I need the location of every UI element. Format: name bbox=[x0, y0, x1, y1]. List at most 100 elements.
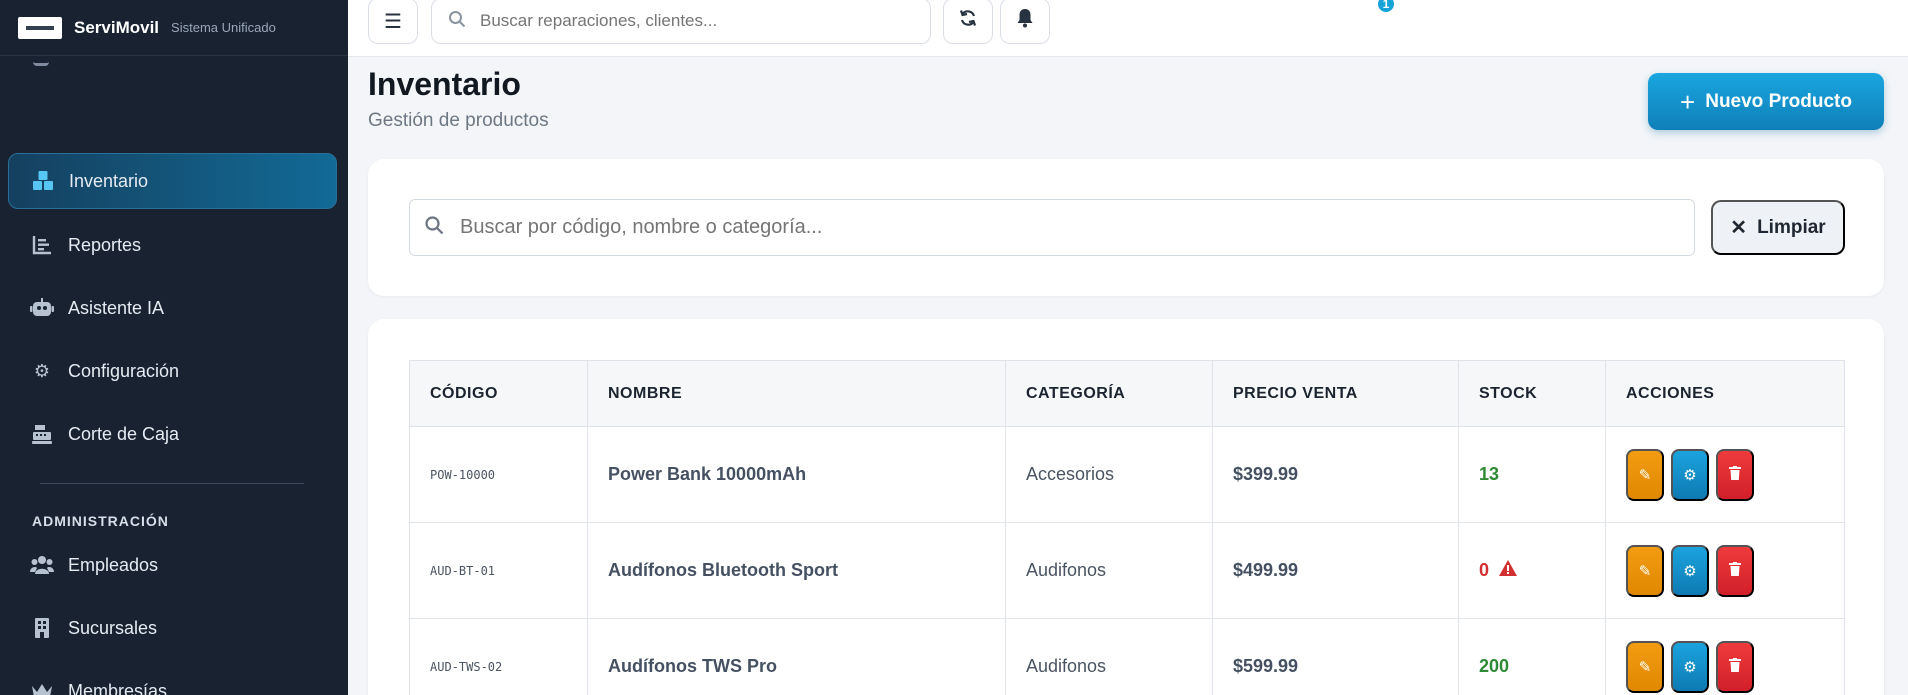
scrolled-nav-item-icon bbox=[33, 58, 49, 66]
cell-category: Accesorios bbox=[1005, 426, 1213, 523]
sidebar-item-empleados[interactable]: Empleados bbox=[8, 537, 337, 593]
sidebar-item-label: Asistente IA bbox=[68, 297, 165, 318]
sidebar-item-inventario[interactable]: Inventario bbox=[8, 153, 337, 209]
refresh-icon bbox=[959, 9, 977, 33]
refresh-button[interactable] bbox=[943, 0, 993, 44]
sidebar-item-label: Empleados bbox=[68, 554, 159, 575]
edit-icon: ✎ bbox=[1638, 658, 1652, 676]
new-product-button[interactable]: + Nuevo Producto bbox=[1648, 73, 1884, 130]
column-header-code[interactable]: CÓDIGO bbox=[409, 360, 588, 427]
brand-logo bbox=[18, 16, 62, 39]
sidebar: ServiMovil Sistema Unificado Inventario … bbox=[0, 0, 348, 695]
new-product-label: Nuevo Producto bbox=[1705, 90, 1852, 112]
page-subtitle: Gestión de productos bbox=[368, 110, 549, 131]
building-icon bbox=[30, 616, 54, 640]
cell-name: Audífonos Bluetooth Sport bbox=[587, 522, 1006, 619]
global-search-input[interactable] bbox=[480, 11, 880, 31]
stock-value: 13 bbox=[1479, 464, 1500, 484]
settings-button[interactable]: ⚙ bbox=[1671, 640, 1709, 693]
column-header-stock[interactable]: STOCK bbox=[1458, 360, 1606, 427]
delete-button[interactable] bbox=[1716, 448, 1754, 501]
column-header-name[interactable]: NOMBRE bbox=[587, 360, 1006, 427]
filter-card: ✕ Limpiar bbox=[368, 159, 1884, 296]
sidebar-item-label: Reportes bbox=[68, 234, 142, 255]
table-row: AUD-TWS-02 Audífonos TWS Pro Audifonos $… bbox=[409, 618, 1845, 695]
global-search[interactable] bbox=[431, 0, 931, 44]
clear-filter-label: Limpiar bbox=[1757, 216, 1826, 238]
cell-price: $599.99 bbox=[1212, 618, 1459, 695]
search-icon bbox=[448, 10, 466, 33]
sidebar-item-label: Membresías bbox=[68, 680, 168, 695]
sidebar-item-reportes[interactable]: Reportes bbox=[8, 217, 337, 273]
cell-actions: ✎ ⚙ bbox=[1605, 522, 1845, 619]
edit-button[interactable]: ✎ bbox=[1626, 448, 1664, 501]
gear-icon: ⚙ bbox=[1683, 562, 1697, 580]
sidebar-item-membresias[interactable]: Membresías bbox=[8, 663, 337, 695]
clear-filter-button[interactable]: ✕ Limpiar bbox=[1711, 200, 1845, 255]
stock-value: 0 bbox=[1479, 560, 1490, 580]
table-row: POW-10000 Power Bank 10000mAh Accesorios… bbox=[409, 426, 1845, 523]
brand-name: ServiMovil bbox=[74, 17, 160, 37]
column-header-actions: ACCIONES bbox=[1605, 360, 1845, 427]
gear-icon: ⚙ bbox=[1683, 658, 1697, 676]
gear-icon: ⚙ bbox=[33, 360, 51, 381]
sidebar-item-configuracion[interactable]: ⚙ Configuración bbox=[8, 343, 337, 399]
page-title: Inventario bbox=[368, 66, 521, 102]
inventory-table-card: CÓDIGO NOMBRE CATEGORÍA PRECIO VENTA STO… bbox=[368, 319, 1884, 695]
notification-badge: 1 bbox=[1376, 0, 1396, 14]
bell-icon bbox=[1016, 8, 1034, 34]
column-header-category[interactable]: CATEGORÍA bbox=[1005, 360, 1213, 427]
cell-category: Audifonos bbox=[1005, 522, 1213, 619]
brand-subtitle: Sistema Unificado bbox=[171, 20, 276, 35]
cell-code: POW-10000 bbox=[409, 426, 588, 523]
warning-icon bbox=[1499, 560, 1518, 581]
sidebar-item-label: Sucursales bbox=[68, 617, 158, 638]
sidebar-divider bbox=[40, 483, 304, 484]
settings-button[interactable]: ⚙ bbox=[1671, 448, 1709, 501]
brand[interactable]: ServiMovil Sistema Unificado bbox=[0, 0, 348, 56]
hamburger-icon: ☰ bbox=[384, 10, 402, 33]
cell-code: AUD-BT-01 bbox=[409, 522, 588, 619]
search-icon bbox=[424, 215, 444, 240]
edit-icon: ✎ bbox=[1638, 466, 1652, 484]
topbar: ☰ 1 bbox=[348, 0, 1908, 57]
cell-price: $399.99 bbox=[1212, 426, 1459, 523]
trash-icon bbox=[1729, 657, 1741, 676]
sidebar-section-title: ADMINISTRACIÓN bbox=[32, 513, 169, 529]
menu-toggle-button[interactable]: ☰ bbox=[368, 0, 418, 44]
sidebar-item-corte-de-caja[interactable]: Corte de Caja bbox=[8, 406, 337, 462]
plus-icon: + bbox=[1680, 86, 1696, 117]
product-search[interactable] bbox=[409, 199, 1695, 256]
sidebar-item-label: Corte de Caja bbox=[68, 423, 180, 444]
trash-icon bbox=[1729, 465, 1741, 484]
sidebar-item-sucursales[interactable]: Sucursales bbox=[8, 600, 337, 656]
sidebar-item-label: Configuración bbox=[68, 360, 180, 381]
column-header-price[interactable]: PRECIO VENTA bbox=[1212, 360, 1459, 427]
edit-button[interactable]: ✎ bbox=[1626, 640, 1664, 693]
cell-stock: 13 bbox=[1458, 426, 1606, 523]
cell-name: Audífonos TWS Pro bbox=[587, 618, 1006, 695]
trash-icon bbox=[1729, 561, 1741, 580]
cell-stock: 200 bbox=[1458, 618, 1606, 695]
cell-price: $499.99 bbox=[1212, 522, 1459, 619]
edit-icon: ✎ bbox=[1638, 562, 1652, 580]
robot-icon bbox=[30, 296, 54, 320]
users-icon bbox=[30, 553, 54, 577]
gear-icon: ⚙ bbox=[1683, 466, 1697, 484]
edit-button[interactable]: ✎ bbox=[1626, 544, 1664, 597]
crown-icon bbox=[30, 679, 54, 695]
stock-value: 200 bbox=[1479, 656, 1510, 676]
inventory-table: CÓDIGO NOMBRE CATEGORÍA PRECIO VENTA STO… bbox=[409, 360, 1845, 695]
cash-register-icon bbox=[30, 422, 54, 446]
product-search-input[interactable] bbox=[460, 216, 1660, 239]
delete-button[interactable] bbox=[1716, 640, 1754, 693]
notifications-button[interactable] bbox=[1000, 0, 1050, 44]
delete-button[interactable] bbox=[1716, 544, 1754, 597]
table-row: AUD-BT-01 Audífonos Bluetooth Sport Audi… bbox=[409, 522, 1845, 619]
close-icon: ✕ bbox=[1730, 217, 1748, 239]
boxes-icon bbox=[31, 169, 55, 193]
settings-button[interactable]: ⚙ bbox=[1671, 544, 1709, 597]
sidebar-item-asistente-ia[interactable]: Asistente IA bbox=[8, 280, 337, 336]
cell-stock: 0 bbox=[1458, 522, 1606, 619]
cell-name: Power Bank 10000mAh bbox=[587, 426, 1006, 523]
